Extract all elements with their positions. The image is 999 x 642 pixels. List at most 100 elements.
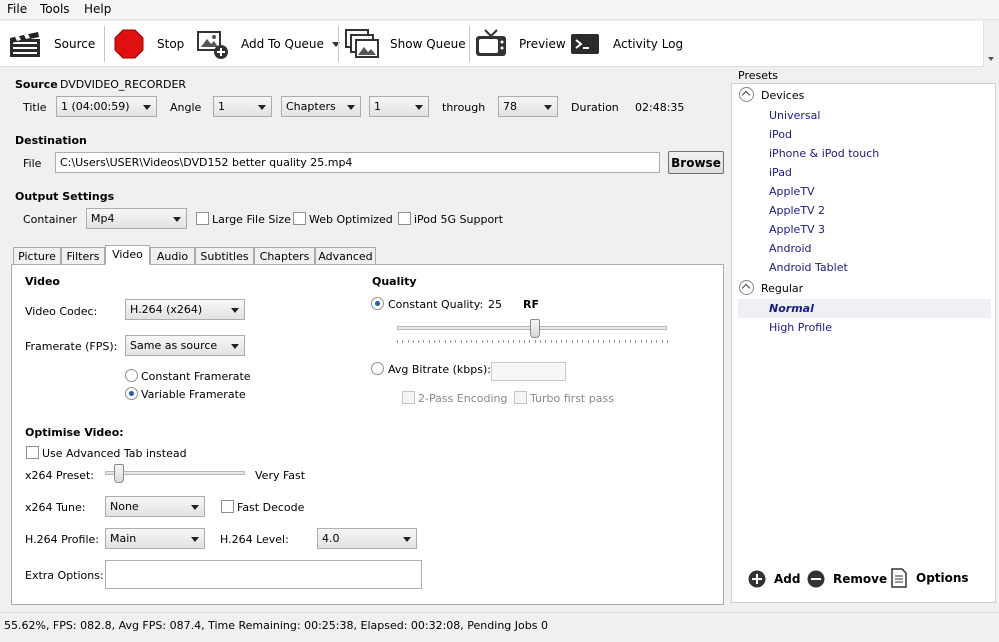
preset-item[interactable]: iPod (769, 128, 792, 141)
slider-tick (640, 340, 642, 343)
source-name: DVDVIDEO_RECORDER (60, 78, 187, 91)
queue-icon (345, 29, 379, 58)
rf-label: RF (523, 298, 539, 311)
avg-bitrate-input[interactable] (491, 362, 566, 381)
slider-tick (656, 340, 658, 343)
chevron-down-icon (415, 105, 423, 110)
document-icon (891, 568, 907, 588)
menu-help[interactable]: Help (82, 2, 113, 16)
constant-quality-radio[interactable] (371, 297, 384, 310)
slider-tick (397, 340, 398, 343)
range-start-value: 1 (374, 100, 381, 113)
preset-group-regular[interactable]: Regular (761, 282, 803, 295)
add-to-queue-button[interactable]: Add To Queue (196, 21, 340, 67)
preset-item[interactable]: AppleTV 3 (769, 223, 825, 236)
range-mode-dropdown[interactable]: Chapters (281, 96, 361, 117)
h264-profile-value: Main (110, 532, 137, 545)
add-preset-button[interactable]: Add (748, 570, 800, 588)
h264-level-dropdown[interactable]: 4.0 (317, 528, 417, 549)
variable-framerate-radio[interactable] (125, 387, 138, 400)
title-dropdown[interactable]: 1 (04:00:59) (56, 96, 157, 117)
presets-heading: Presets (738, 69, 779, 82)
preset-slider-track[interactable] (105, 471, 245, 475)
preset-group-devices[interactable]: Devices (761, 89, 804, 102)
toolbar: Source Stop Add To Queue Show Queue Prev… (0, 21, 999, 67)
extra-options-input[interactable] (105, 560, 422, 589)
container-dropdown[interactable]: Mp4 (86, 208, 187, 229)
web-optimized-checkbox[interactable] (293, 212, 306, 225)
slider-tick (614, 340, 616, 343)
stop-button[interactable]: Stop (114, 21, 184, 67)
tv-icon (476, 29, 506, 56)
ipod-support-checkbox[interactable] (398, 212, 411, 225)
turbo-checkbox[interactable] (514, 391, 527, 404)
two-pass-checkbox[interactable] (402, 391, 415, 404)
slider-tick (471, 340, 473, 343)
video-codec-dropdown[interactable]: H.264 (x264) (125, 299, 245, 320)
tab-advanced[interactable]: Advanced (315, 247, 376, 265)
preset-item[interactable]: Android (769, 242, 812, 255)
menu-tools[interactable]: Tools (38, 2, 72, 16)
preset-item[interactable]: Universal (769, 109, 820, 122)
chevron-down-icon (231, 344, 239, 349)
source-button[interactable]: Source (8, 21, 95, 67)
two-pass-label: 2-Pass Encoding (418, 392, 508, 405)
tab-chapters[interactable]: Chapters (254, 247, 315, 265)
slider-tick (592, 340, 594, 343)
slider-tick (651, 340, 653, 343)
constant-framerate-radio[interactable] (125, 369, 138, 382)
preset-item[interactable]: iPad (769, 166, 792, 179)
avg-bitrate-radio[interactable] (371, 362, 384, 375)
slider-tick (502, 340, 504, 343)
remove-preset-button[interactable]: Remove (807, 570, 887, 588)
slider-tick (508, 340, 510, 343)
preset-item-selected[interactable]: Normal (769, 302, 814, 315)
preset-item[interactable]: High Profile (769, 321, 832, 334)
large-file-checkbox[interactable] (196, 212, 209, 225)
tab-picture[interactable]: Picture (13, 247, 61, 265)
advanced-tab-checkbox[interactable] (26, 446, 39, 459)
menu-file[interactable]: File (5, 2, 29, 16)
tab-filters[interactable]: Filters (61, 247, 105, 265)
fast-decode-checkbox[interactable] (221, 500, 234, 513)
preset-slider-thumb[interactable] (114, 464, 124, 483)
duration-label: Duration (571, 101, 619, 114)
range-end-dropdown[interactable]: 78 (498, 96, 558, 117)
framerate-dropdown[interactable]: Same as source (125, 335, 245, 356)
h264-level-value: 4.0 (322, 532, 340, 545)
file-path-input[interactable]: C:\Users\USER\Videos\DVD152 better quali… (55, 152, 660, 173)
source-heading: Source (15, 78, 58, 91)
tab-subtitles[interactable]: Subtitles (195, 247, 254, 265)
tab-audio[interactable]: Audio (150, 247, 195, 265)
preset-item[interactable]: Android Tablet (769, 261, 848, 274)
h264-profile-dropdown[interactable]: Main (105, 528, 205, 549)
show-queue-button[interactable]: Show Queue (345, 21, 466, 67)
preview-button[interactable]: Preview (475, 21, 566, 67)
preset-item[interactable]: iPhone & iPod touch (769, 147, 879, 160)
preset-options-button[interactable]: Options (891, 568, 969, 588)
encode-status-text: 55.62%, FPS: 082.8, Avg FPS: 087.4, Time… (4, 619, 548, 632)
preset-item[interactable]: AppleTV (769, 185, 815, 198)
angle-dropdown[interactable]: 1 (213, 96, 272, 117)
extra-options-label: Extra Options: (25, 569, 104, 582)
collapse-icon[interactable] (739, 87, 754, 102)
slider-tick (434, 340, 436, 343)
slider-tick (667, 340, 668, 343)
stop-icon (114, 29, 144, 59)
x264-preset-label: x264 Preset: (25, 469, 95, 482)
toolbar-scroll[interactable] (983, 21, 999, 67)
x264-tune-dropdown[interactable]: None (105, 496, 205, 517)
constant-framerate-label: Constant Framerate (141, 370, 251, 383)
preset-item[interactable]: AppleTV 2 (769, 204, 825, 217)
browse-button[interactable]: Browse (668, 151, 724, 174)
toolbar-separator (104, 26, 105, 62)
chevron-down-icon (173, 217, 181, 222)
slider-tick (577, 340, 578, 343)
collapse-icon[interactable] (739, 280, 754, 295)
activity-log-button[interactable]: Activity Log (571, 21, 683, 67)
tab-video[interactable]: Video (105, 245, 150, 265)
duration-value: 02:48:35 (635, 101, 685, 114)
slider-tick (492, 340, 494, 343)
quality-slider-thumb[interactable] (529, 319, 540, 338)
range-start-dropdown[interactable]: 1 (369, 96, 429, 117)
